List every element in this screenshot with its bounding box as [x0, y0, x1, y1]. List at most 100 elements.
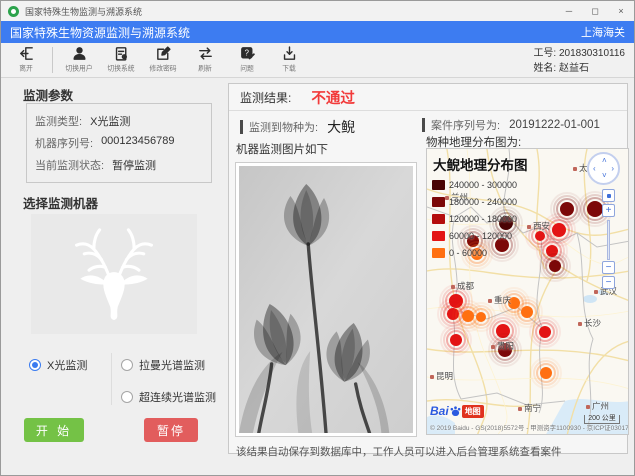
refresh-button[interactable]: 刷新: [184, 45, 226, 74]
zoom-slider[interactable]: [607, 220, 610, 260]
case-label: 案件序列号为:: [431, 117, 500, 133]
result-row: 监测结果: 不通过: [229, 84, 627, 111]
radio-dot: [121, 391, 133, 403]
exit-icon: [18, 45, 35, 62]
zoom-reset-button[interactable]: [602, 189, 615, 202]
baidu-logo: Bai 地图: [430, 404, 484, 418]
radio-dot: [121, 359, 133, 371]
map-pan-control[interactable]: ˄˅‹›: [587, 152, 620, 185]
legend-row: 60000 - 120000: [432, 227, 517, 244]
switch-user-button[interactable]: 切换用户: [58, 45, 100, 74]
worker-id-label: 工号:: [533, 48, 556, 59]
param-serial-value: 000123456789: [101, 135, 174, 151]
radio-supercontinuum[interactable]: 超连续光谱监测: [121, 389, 216, 405]
user-name-label: 姓名:: [533, 63, 556, 74]
legend-swatch: [432, 197, 445, 207]
app-icon: [8, 6, 19, 17]
legend-swatch: [432, 214, 445, 224]
user-info: 工号: 201830310116 姓名: 赵益石: [533, 46, 625, 76]
map-city-label: 贵阳: [491, 340, 514, 352]
machine-radio-group: X光监测 拉曼光谱监测 超连续光谱监测: [29, 353, 217, 405]
edit-icon: [155, 45, 172, 62]
deer-silhouette: [66, 224, 162, 324]
xray-tulips-image: [239, 166, 413, 433]
system-icon: [113, 45, 130, 62]
toolbar-separator: [52, 47, 53, 73]
org-label: 上海海关: [581, 24, 625, 40]
machine-section-title: 选择监测机器: [23, 193, 98, 212]
window-title: 国家特殊生物监测与溯源系统: [25, 5, 142, 18]
app-window: { "window": { "title": "国家特殊生物监测与溯源系统", …: [0, 0, 635, 476]
machine-image-box: [31, 214, 197, 334]
svg-text:?: ?: [244, 49, 249, 58]
map-zoom-control: + − −: [602, 189, 615, 291]
param-row-type: 监测类型:X光监测: [35, 113, 203, 129]
param-row-serial: 机器序列号:000123456789: [35, 135, 203, 151]
param-row-status: 当前监测状态:暂停监测: [35, 157, 203, 173]
map-city-label: 南宁: [518, 402, 541, 414]
worker-id-value: 201830310116: [559, 48, 625, 59]
start-button[interactable]: 开 始: [24, 418, 84, 442]
map-scale: 200 公里: [584, 415, 620, 424]
param-type-value: X光监测: [90, 113, 130, 129]
legend-swatch: [432, 248, 445, 258]
species-cell: 监测到物种为: 大鲵: [240, 117, 355, 137]
switch-system-button[interactable]: 切换系统: [100, 45, 142, 74]
radio-xray[interactable]: X光监测: [29, 357, 87, 373]
param-status-value: 暂停监测: [112, 157, 156, 173]
xray-caption: 机器监测图片如下: [236, 141, 328, 157]
baidu-map-tag: 地图: [462, 405, 484, 418]
legend-swatch: [432, 180, 445, 190]
result-value: 不通过: [311, 87, 355, 108]
question-button[interactable]: ? 问题: [226, 45, 268, 74]
map-city-label: 西安: [527, 220, 550, 232]
xray-image-box: [235, 162, 417, 437]
radio-divider: [111, 353, 112, 405]
result-label: 监测结果:: [240, 89, 291, 106]
user-icon: [71, 45, 88, 62]
minimize-icon[interactable]: ─: [556, 1, 582, 21]
pause-button[interactable]: 暂停: [144, 418, 198, 442]
zoom-out-button[interactable]: −: [602, 261, 615, 274]
map-legend: 240000 - 300000 180000 - 240000 120000 -…: [432, 176, 517, 261]
result-note: 该结果自动保存到数据库中，工作人员可以进入后台管理系统查看案件: [236, 444, 562, 459]
radio-dot: [29, 359, 41, 371]
zoom-in-button[interactable]: +: [602, 204, 615, 217]
species-value: 大鲵: [327, 117, 355, 137]
params-section-title: 监测参数: [23, 85, 73, 104]
question-icon: ?: [239, 45, 256, 62]
legend-row: 120000 - 180000: [432, 210, 517, 227]
app-header-title: 国家特殊生物资源监测与溯源系统: [10, 24, 190, 41]
map-city-label: 重庆: [488, 294, 511, 306]
change-password-button[interactable]: 修改密码: [142, 45, 184, 74]
case-cell: 案件序列号为: 20191222-01-001: [422, 117, 600, 133]
accent-bar: [422, 118, 425, 132]
app-header: 国家特殊生物资源监测与溯源系统 上海海关: [1, 21, 634, 43]
leave-button[interactable]: 离开: [5, 45, 47, 74]
refresh-icon: [197, 45, 214, 62]
accent-bar: [240, 120, 243, 134]
download-button[interactable]: 下载: [268, 45, 310, 74]
result-panel: 监测结果: 不通过 监测到物种为: 大鲵 案件序列号为: 20191222-01…: [228, 83, 628, 454]
monitor-params-box: 监测类型:X光监测 机器序列号:000123456789 当前监测状态:暂停监测: [26, 103, 212, 183]
map-city-label: 长沙: [578, 317, 601, 329]
legend-row: 0 - 60000: [432, 244, 517, 261]
maximize-icon[interactable]: ◻: [582, 1, 608, 21]
window-title-bar: 国家特殊生物监测与溯源系统 ─ ◻ ×: [1, 1, 634, 21]
legend-swatch: [432, 231, 445, 241]
map-city-label: 广州: [586, 400, 609, 412]
baidu-paw-icon: [450, 405, 461, 417]
map-city-label: 成都: [451, 280, 474, 292]
distribution-map[interactable]: 太原兰州西安成都重庆武汉长沙贵阳昆明南宁广州 大鲵地理分布图 240000 - …: [426, 148, 629, 435]
zoom-collapse-button[interactable]: −: [602, 276, 615, 289]
case-value: 20191222-01-001: [509, 119, 600, 131]
legend-row: 180000 - 240000: [432, 193, 517, 210]
radio-raman[interactable]: 拉曼光谱监测: [121, 357, 205, 373]
close-icon[interactable]: ×: [608, 1, 634, 21]
legend-row: 240000 - 300000: [432, 176, 517, 193]
map-city-label: 昆明: [430, 370, 453, 382]
map-title: 大鲵地理分布图: [433, 154, 528, 174]
user-name-value: 赵益石: [559, 63, 589, 74]
download-icon: [281, 45, 298, 62]
species-label: 监测到物种为:: [249, 119, 318, 135]
